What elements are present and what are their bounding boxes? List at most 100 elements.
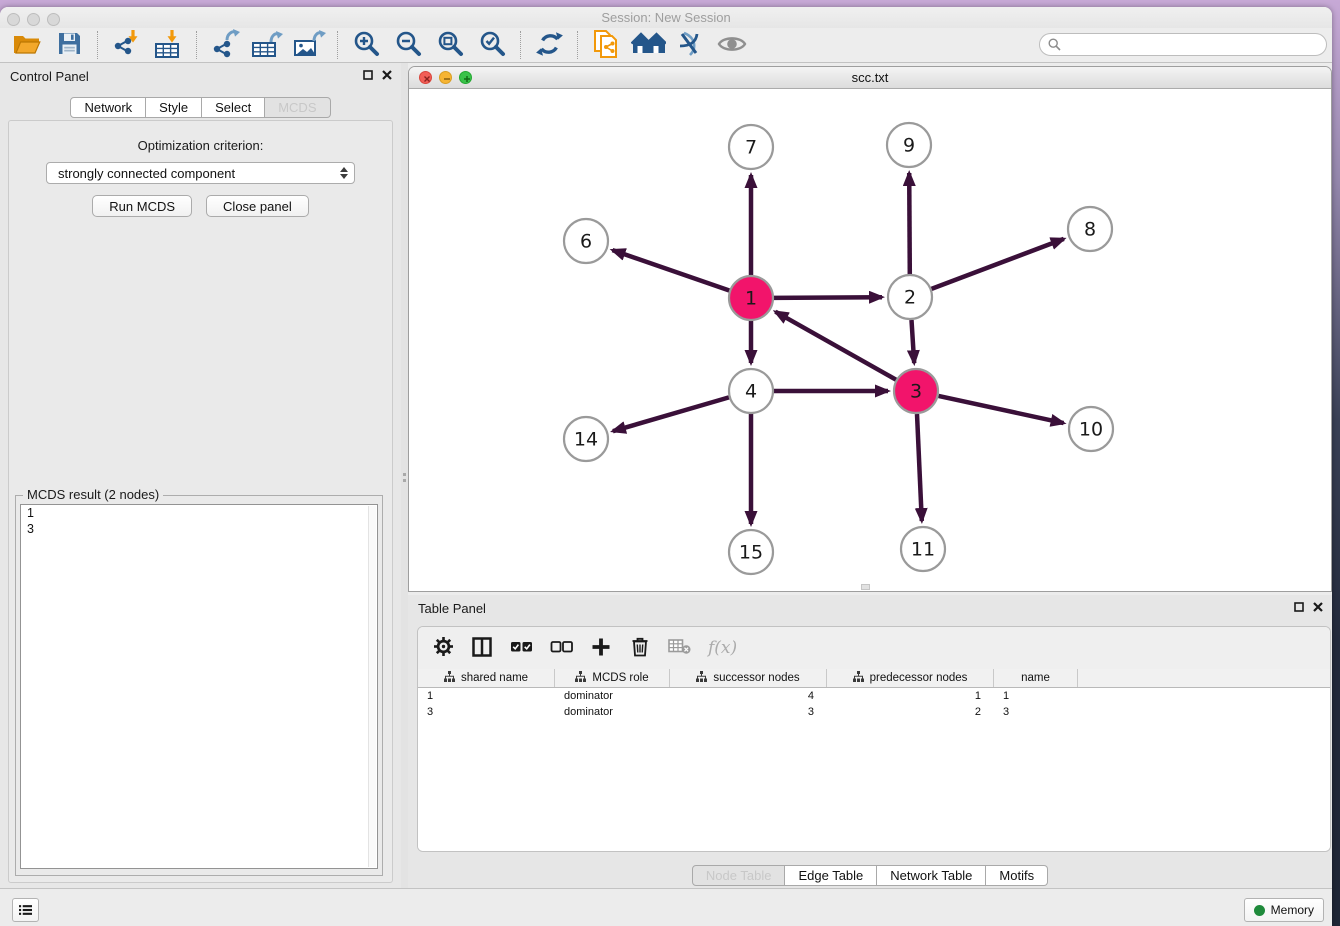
graph-edge-2-9[interactable] <box>909 173 910 274</box>
table-cell[interactable]: 3 <box>994 706 1078 718</box>
export-table-button[interactable] <box>246 29 288 61</box>
graph-node-3[interactable]: 3 <box>894 369 938 413</box>
graph-node-15[interactable]: 15 <box>729 530 773 574</box>
column-header-name[interactable]: name <box>994 669 1078 687</box>
graph-edge-4-14[interactable] <box>613 397 729 431</box>
graph-edge-2-3[interactable] <box>912 320 915 363</box>
zoom-selected-button[interactable] <box>471 29 513 61</box>
zoom-fit-button[interactable] <box>429 29 471 61</box>
import-network-button[interactable] <box>105 29 147 61</box>
clone-network-button[interactable] <box>585 29 627 61</box>
save-session-button[interactable] <box>48 29 90 61</box>
graph-edge-1-6[interactable] <box>613 250 730 290</box>
graph-node-11[interactable]: 11 <box>901 527 945 571</box>
clear-selection-button[interactable] <box>550 635 573 661</box>
float-panel-icon[interactable] <box>363 70 373 80</box>
status-bar: Memory <box>0 888 1332 926</box>
task-history-button[interactable] <box>12 898 39 922</box>
table-cell[interactable]: 1 <box>994 690 1078 702</box>
delete-button[interactable] <box>629 635 651 661</box>
table-cell[interactable]: 1 <box>418 690 555 702</box>
tab-mcds[interactable]: MCDS <box>265 97 330 118</box>
import-table-button[interactable] <box>147 29 189 61</box>
zoom-out-button[interactable] <box>387 29 429 61</box>
run-mcds-button[interactable]: Run MCDS <box>92 195 192 217</box>
column-header-shared-name[interactable]: shared name <box>418 669 555 687</box>
mcds-result-list[interactable]: 13 <box>20 504 378 869</box>
neighbors-button[interactable] <box>627 29 669 61</box>
svg-text:6: 6 <box>580 231 592 253</box>
open-session-button[interactable] <box>6 29 48 61</box>
graph-edge-3-1[interactable] <box>775 312 896 380</box>
tab-motifs[interactable]: Motifs <box>986 865 1048 886</box>
tab-select[interactable]: Select <box>202 97 265 118</box>
apply-layout-button[interactable] <box>528 29 570 61</box>
column-header-predecessor-nodes[interactable]: predecessor nodes <box>827 669 994 687</box>
panel-splitter[interactable] <box>401 63 408 888</box>
graph-edge-1-2[interactable] <box>774 297 882 298</box>
graph-node-8[interactable]: 8 <box>1068 207 1112 251</box>
tab-network-table[interactable]: Network Table <box>877 865 986 886</box>
export-image-button[interactable] <box>288 29 330 61</box>
table-row[interactable]: 3dominator323 <box>418 704 1330 720</box>
zoom-in-icon <box>352 30 381 61</box>
tab-network[interactable]: Network <box>70 97 146 118</box>
mcds-result-item[interactable]: 3 <box>21 521 377 537</box>
table-cell[interactable]: 4 <box>670 690 827 702</box>
graph-node-10[interactable]: 10 <box>1069 407 1113 451</box>
graph-node-1[interactable]: 1 <box>729 276 773 320</box>
close-panel-icon[interactable] <box>382 70 392 80</box>
select-all-button[interactable] <box>510 635 533 661</box>
table-cell[interactable]: dominator <box>555 690 670 702</box>
table-options-button[interactable] <box>432 635 454 661</box>
toolbar-separator <box>520 31 521 59</box>
table-cell[interactable]: 2 <box>827 706 994 718</box>
criterion-value: strongly connected component <box>58 166 340 181</box>
criterion-select[interactable]: strongly connected component <box>46 162 355 184</box>
column-header-successor-nodes[interactable]: successor nodes <box>670 669 827 687</box>
table-cell[interactable]: 3 <box>418 706 555 718</box>
show-columns-button[interactable] <box>471 635 493 661</box>
add-row-button[interactable] <box>590 635 612 661</box>
mcds-result-item[interactable]: 1 <box>21 505 377 521</box>
close-panel-button[interactable]: Close panel <box>206 195 309 217</box>
houses-icon <box>631 31 666 60</box>
import-network-icon <box>111 29 141 61</box>
graph-edge-3-11[interactable] <box>917 414 922 521</box>
zoom-in-button[interactable] <box>345 29 387 61</box>
splitter-handle[interactable] <box>861 584 870 590</box>
column-type-icon <box>696 671 707 685</box>
memory-label: Memory <box>1271 903 1314 917</box>
scrollbar[interactable] <box>368 506 376 867</box>
export-network-button[interactable] <box>204 29 246 61</box>
tab-edge-table[interactable]: Edge Table <box>785 865 877 886</box>
graph-edge-3-10[interactable] <box>939 396 1064 423</box>
table-cell[interactable]: 3 <box>670 706 827 718</box>
graph-node-9[interactable]: 9 <box>887 123 931 167</box>
table-cell[interactable]: dominator <box>555 706 670 718</box>
node-table[interactable]: shared nameMCDS rolesuccessor nodesprede… <box>418 669 1330 851</box>
tab-style[interactable]: Style <box>146 97 202 118</box>
graph-node-7[interactable]: 7 <box>729 125 773 169</box>
network-canvas[interactable]: 7 9 6 8 1 2 4 3 14 10 15 11 <box>409 89 1331 591</box>
search-field[interactable] <box>1039 33 1327 56</box>
graph-node-6[interactable]: 6 <box>564 219 608 263</box>
table-panel: Table Panel f(x) shared nameMCDS rolesuc… <box>408 595 1332 888</box>
table-toolbar: f(x) <box>418 627 1330 669</box>
tab-node-table[interactable]: Node Table <box>692 865 786 886</box>
optimization-criterion-label: Optimization criterion: <box>9 138 392 153</box>
table-cell[interactable]: 1 <box>827 690 994 702</box>
float-panel-icon[interactable] <box>1294 602 1304 612</box>
hide-graphics-details-button[interactable] <box>669 29 711 61</box>
search-input[interactable] <box>1066 37 1318 53</box>
svg-text:10: 10 <box>1079 419 1103 441</box>
graph-node-4[interactable]: 4 <box>729 369 773 413</box>
graph-node-2[interactable]: 2 <box>888 275 932 319</box>
graph-node-14[interactable]: 14 <box>564 417 608 461</box>
close-panel-icon[interactable] <box>1313 602 1323 612</box>
memory-button[interactable]: Memory <box>1244 898 1324 922</box>
table-row[interactable]: 1dominator411 <box>418 688 1330 704</box>
graph-edge-2-8[interactable] <box>932 239 1064 289</box>
column-header-MCDS-role[interactable]: MCDS role <box>555 669 670 687</box>
table-panel-title: Table Panel <box>418 601 486 616</box>
